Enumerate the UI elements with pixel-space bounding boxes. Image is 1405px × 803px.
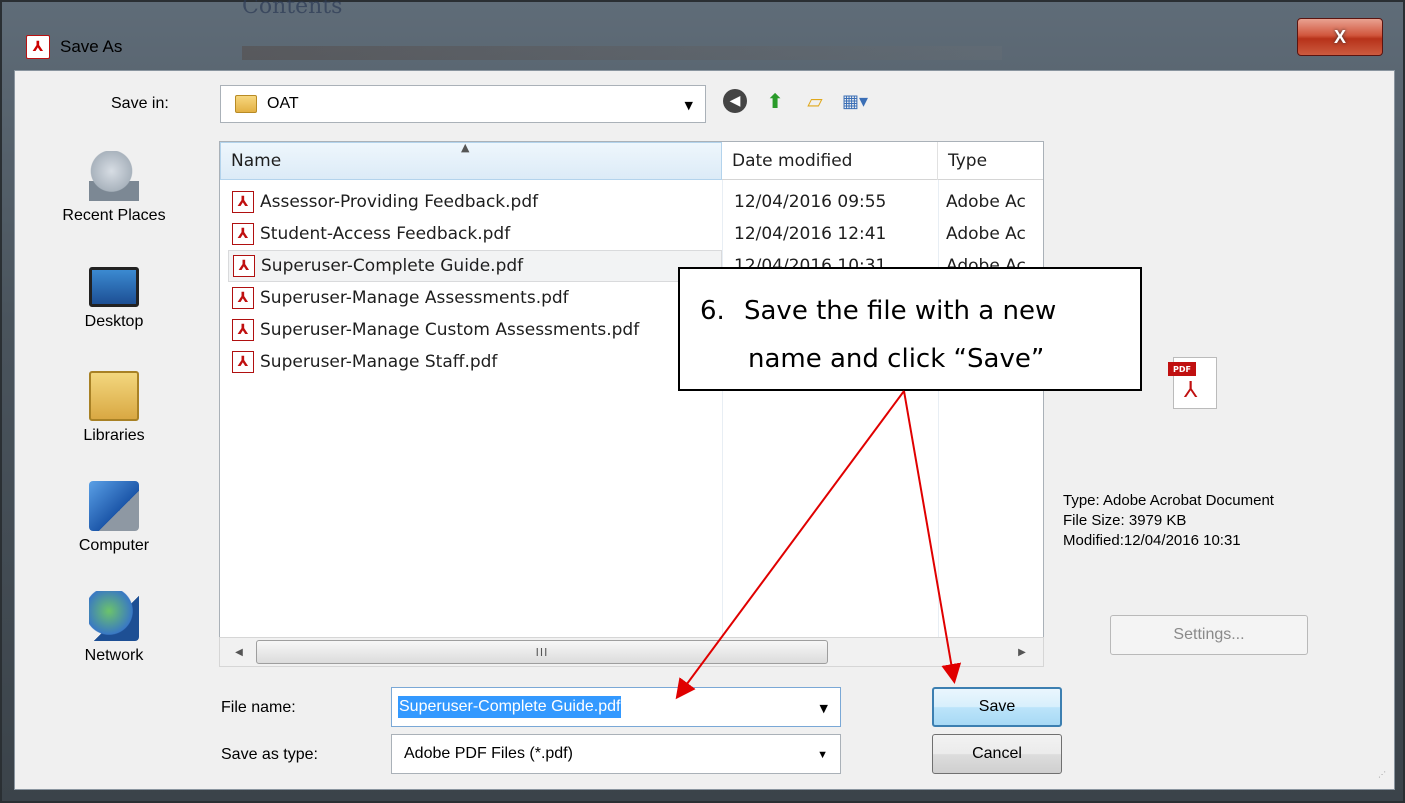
pdf-file-icon: ⅄ [232,319,254,341]
file-name: Assessor-Providing Feedback.pdf [260,192,539,212]
pdf-preview-icon: PDF ⅄ [1168,357,1217,409]
new-folder-icon[interactable]: ▱ [801,87,829,115]
column-type-header[interactable]: Type [938,142,1043,180]
place-label: Network [84,647,144,664]
background-document-title: Contents [242,0,343,19]
place-libraries[interactable]: Libraries [19,371,209,445]
pdf-file-icon: ⅄ [233,255,255,277]
file-details: Type: Adobe Acrobat Document File Size: … [1063,491,1274,551]
file-name-selected-text: Superuser-Complete Guide.pdf [398,696,622,718]
file-row[interactable]: ⅄ Assessor-Providing Feedback.pdf 12/04/2… [228,186,1040,218]
pdf-file-icon: ⅄ [232,287,254,309]
navigation-toolbar: ◀ ⬆ ▱ ▦▾ [721,87,869,115]
pdf-file-icon: ⅄ [232,191,254,213]
file-row[interactable]: ⅄ Student-Access Feedback.pdf 12/04/2016 … [228,218,1040,250]
file-date: 12/04/2016 09:55 [734,192,887,212]
title-bar: ⅄ Save As [12,26,162,68]
recent-places-icon [89,151,139,201]
save-in-dropdown[interactable]: OAT ▼ [220,85,706,123]
pdf-file-icon: ⅄ [232,223,254,245]
file-name: Superuser-Complete Guide.pdf [261,256,524,276]
column-label: Name [231,151,282,171]
file-date: 12/04/2016 12:41 [734,224,887,244]
place-recent-places[interactable]: Recent Places [19,151,209,225]
file-name-input[interactable]: Superuser-Complete Guide.pdf ▼ [391,687,841,727]
horizontal-scrollbar[interactable]: ◀ III ▶ [219,637,1044,667]
detail-modified: Modified:12/04/2016 10:31 [1063,532,1241,549]
file-name: Superuser-Manage Custom Assessments.pdf [260,320,640,340]
close-button[interactable]: X [1297,18,1383,56]
back-icon[interactable]: ◀ [721,87,749,115]
pdf-app-icon: ⅄ [26,35,50,59]
place-label: Recent Places [62,207,166,224]
place-network[interactable]: Network [19,591,209,665]
file-name-label: File name: [221,699,296,716]
cancel-button[interactable]: Cancel [932,734,1062,774]
window-title: Save As [60,37,123,56]
network-icon [89,591,139,641]
chevron-down-icon[interactable]: ▼ [820,702,828,715]
callout-line-2: name and click “Save” [748,344,1045,374]
scrollbar-thumb[interactable]: III [256,640,828,664]
libraries-icon [89,371,139,421]
views-menu-icon[interactable]: ▦▾ [841,87,869,115]
callout-number: 6. [700,296,725,326]
background-document-heading [242,46,1002,60]
save-as-type-value: Adobe PDF Files (*.pdf) [404,745,573,762]
place-label: Computer [78,537,150,554]
resize-grip-icon[interactable]: ⋰ [1378,771,1390,785]
scroll-left-icon[interactable]: ◀ [226,638,252,666]
save-in-value: OAT [267,95,299,112]
place-desktop[interactable]: Desktop [19,261,209,331]
detail-size: File Size: 3979 KB [1063,512,1187,529]
desktop-icon [89,267,139,307]
file-name: Superuser-Manage Assessments.pdf [260,288,569,308]
sort-ascending-icon: ▲ [461,141,470,154]
folder-icon [235,95,257,113]
callout-line-1: Save the file with a new [744,296,1057,326]
file-type: Adobe Ac [946,224,1026,244]
up-folder-icon[interactable]: ⬆ [761,87,789,115]
column-name-header[interactable]: ▲ Name [220,142,722,180]
acrobat-swirl-icon: ⅄ [1184,378,1198,403]
instruction-callout: 6. Save the file with a new name and clic… [678,267,1142,391]
detail-type: Type: Adobe Acrobat Document [1063,492,1274,509]
file-list[interactable]: ▲ Name Date modified Type ⅄ Assessor-Prov… [219,141,1044,667]
dialog-client: Save in: OAT ▼ ◀ ⬆ ▱ ▦▾ Recent Places De… [14,70,1395,790]
place-label: Libraries [83,427,145,444]
chevron-down-icon: ▼ [684,99,693,112]
save-as-type-label: Save as type: [221,746,318,763]
settings-button: Settings... [1110,615,1308,655]
save-button[interactable]: Save [932,687,1062,727]
place-computer[interactable]: Computer [19,481,209,555]
column-date-header[interactable]: Date modified [722,142,938,180]
save-in-label: Save in: [111,95,169,112]
chevron-down-icon: ▼ [817,749,828,761]
file-type: Adobe Ac [946,192,1026,212]
pdf-file-icon: ⅄ [232,351,254,373]
save-as-type-dropdown[interactable]: Adobe PDF Files (*.pdf) ▼ [391,734,841,774]
scroll-right-icon[interactable]: ▶ [1009,638,1035,666]
file-name: Student-Access Feedback.pdf [260,224,511,244]
place-label: Desktop [84,313,144,330]
column-header: ▲ Name Date modified Type [220,142,1043,180]
computer-icon [89,481,139,531]
places-bar: Recent Places Desktop Libraries Computer… [19,141,209,711]
file-name: Superuser-Manage Staff.pdf [260,352,498,372]
pdf-tag: PDF [1168,362,1196,376]
window-frame: Contents ⅄ Save As X Save in: OAT ▼ ◀ ⬆ … [0,0,1405,803]
